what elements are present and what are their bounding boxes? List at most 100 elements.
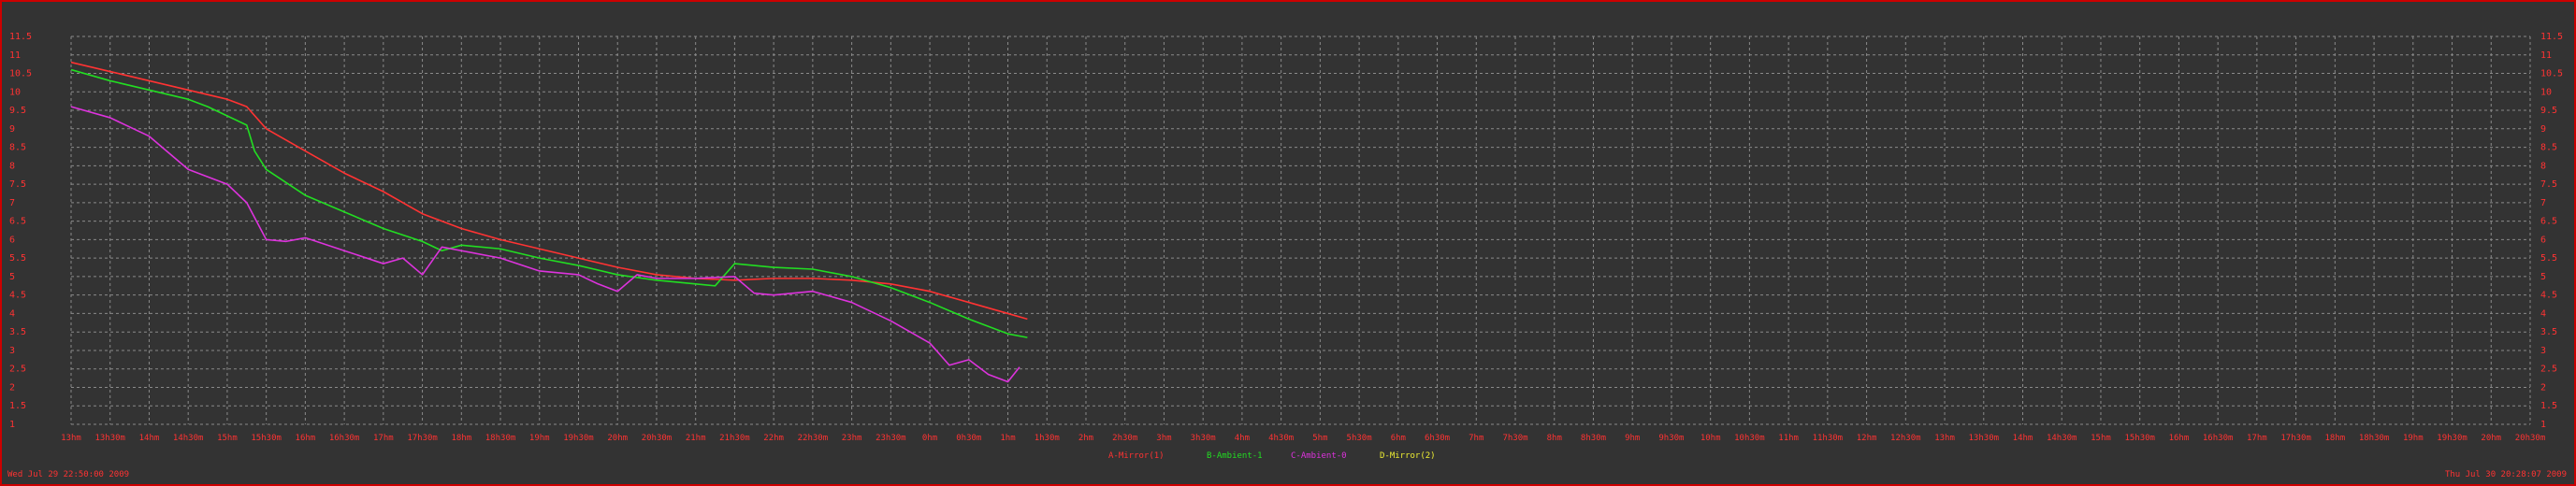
x-tick-label: 0hm <box>922 434 937 443</box>
y-tick-label-right: 11 <box>2540 50 2552 61</box>
y-tick-label-left: 1.5 <box>9 401 26 411</box>
y-tick-label-right: 2.5 <box>2540 364 2557 375</box>
y-tick-label-left: 10 <box>9 87 21 97</box>
y-tick-label-right: 8 <box>2540 161 2546 171</box>
x-tick-label: 4h30m <box>1268 434 1294 443</box>
x-tick-label: 1hm <box>1000 434 1015 443</box>
y-tick-label-left: 2 <box>9 382 15 393</box>
x-tick-label: 20hm <box>607 434 628 443</box>
x-tick-label: 20h30m <box>642 434 673 443</box>
y-tick-label-left: 5 <box>9 272 15 282</box>
legend-entry: C-Ambient-0 <box>1291 451 1347 461</box>
legend-entry: B-Ambient-1 <box>1207 451 1263 461</box>
x-tick-label: 15hm <box>217 434 238 443</box>
y-tick-label-right: 7.5 <box>2540 179 2557 190</box>
x-tick-label: 23hm <box>842 434 862 443</box>
y-tick-label-right: 8.5 <box>2540 143 2557 153</box>
x-tick-label: 19hm <box>529 434 550 443</box>
y-tick-label-left: 11.5 <box>9 32 32 42</box>
y-tick-label-left: 5.5 <box>9 253 26 264</box>
x-tick-label: 21hm <box>686 434 706 443</box>
x-tick-label: 14h30m <box>2047 434 2077 443</box>
y-tick-label-right: 6.5 <box>2540 217 2557 227</box>
y-tick-label-left: 8 <box>9 161 15 171</box>
end-timestamp: Thu Jul 30 20:28:07 2009 <box>2444 470 2567 479</box>
y-tick-label-left: 3.5 <box>9 327 26 337</box>
y-tick-label-right: 7 <box>2540 198 2546 208</box>
y-tick-label-left: 4.5 <box>9 291 26 301</box>
x-tick-label: 16h30m <box>329 434 360 443</box>
x-tick-label: 8hm <box>1547 434 1562 443</box>
x-tick-label: 18hm <box>2325 434 2346 443</box>
x-tick-label: 23h30m <box>876 434 906 443</box>
x-tick-label: 7h30m <box>1502 434 1527 443</box>
y-tick-label-left: 7 <box>9 198 15 208</box>
x-tick-label: 17hm <box>373 434 394 443</box>
x-tick-label: 7hm <box>1469 434 1483 443</box>
x-tick-label: 13h30m <box>94 434 125 443</box>
x-tick-label: 0h30m <box>956 434 981 443</box>
x-tick-label: 3hm <box>1156 434 1171 443</box>
x-tick-label: 1h30m <box>1035 434 1060 443</box>
x-tick-label: 15hm <box>2091 434 2111 443</box>
x-tick-label: 20h30m <box>2515 434 2546 443</box>
x-tick-label: 20hm <box>2481 434 2501 443</box>
x-tick-label: 2h30m <box>1112 434 1137 443</box>
x-tick-label: 9h30m <box>1658 434 1684 443</box>
series-line-a-mirror-1- <box>70 61 1028 321</box>
series-line-c-ambient-0 <box>70 106 1020 383</box>
x-tick-label: 19h30m <box>563 434 594 443</box>
x-tick-label: 19hm <box>2403 434 2424 443</box>
x-tick-label: 17hm <box>2247 434 2267 443</box>
y-tick-label-right: 2 <box>2540 382 2546 393</box>
x-tick-label: 18h30m <box>2359 434 2390 443</box>
x-tick-label: 16hm <box>2169 434 2190 443</box>
y-tick-label-left: 7.5 <box>9 179 26 190</box>
x-tick-label: 22hm <box>763 434 784 443</box>
x-tick-label: 6hm <box>1391 434 1406 443</box>
start-timestamp: Wed Jul 29 22:50:00 2009 <box>7 470 130 479</box>
x-tick-label: 13hm <box>61 434 81 443</box>
x-tick-label: 22h30m <box>798 434 829 443</box>
x-tick-label: 9hm <box>1625 434 1640 443</box>
x-tick-label: 10hm <box>1700 434 1721 443</box>
y-tick-label-right: 1 <box>2540 420 2546 430</box>
y-tick-label-left: 9 <box>9 124 15 135</box>
y-tick-label-left: 1 <box>9 420 15 430</box>
x-tick-label: 10h30m <box>1734 434 1765 443</box>
x-tick-label: 8h30m <box>1581 434 1606 443</box>
x-tick-label: 16hm <box>296 434 316 443</box>
x-tick-label: 13hm <box>1934 434 1955 443</box>
x-tick-label: 15h30m <box>2124 434 2155 443</box>
y-tick-label-right: 1.5 <box>2540 401 2557 411</box>
y-tick-label-left: 6.5 <box>9 217 26 227</box>
x-tick-label: 13h30m <box>1969 434 2000 443</box>
temperature-line-chart: 1 11.5 1.52 22.5 2.53 33.5 3.54 44.5 4.55 55.5 5.5… <box>9 32 2563 461</box>
y-tick-label-left: 6 <box>9 235 15 245</box>
y-tick-label-right: 10 <box>2540 87 2552 97</box>
legend-entry: D-Mirror(2) <box>1380 451 1436 461</box>
y-tick-label-right: 6 <box>2540 235 2546 245</box>
y-tick-label-right: 3.5 <box>2540 327 2557 337</box>
y-tick-label-right: 4.5 <box>2540 291 2557 301</box>
x-tick-label: 5h30m <box>1347 434 1372 443</box>
x-tick-label: 3h30m <box>1191 434 1216 443</box>
y-tick-label-left: 8.5 <box>9 143 26 153</box>
x-tick-label: 14h30m <box>173 434 204 443</box>
y-tick-label-right: 5 <box>2540 272 2546 282</box>
x-tick-label: 12hm <box>1857 434 1877 443</box>
x-tick-label: 11hm <box>1778 434 1799 443</box>
y-tick-label-right: 9 <box>2540 124 2546 135</box>
y-tick-label-left: 2.5 <box>9 364 26 375</box>
x-tick-label: 17h30m <box>2280 434 2311 443</box>
x-tick-label: 5hm <box>1312 434 1327 443</box>
x-tick-label: 12h30m <box>1890 434 1921 443</box>
y-tick-label-right: 5.5 <box>2540 253 2557 264</box>
y-tick-label-right: 3 <box>2540 346 2546 356</box>
y-tick-label-right: 9.5 <box>2540 106 2557 116</box>
y-tick-label-left: 10.5 <box>9 69 32 79</box>
y-tick-label-right: 11.5 <box>2540 32 2563 42</box>
y-tick-label-left: 9.5 <box>9 106 26 116</box>
x-tick-label: 19h30m <box>2437 434 2467 443</box>
legend-entry: A-Mirror(1) <box>1108 451 1165 461</box>
